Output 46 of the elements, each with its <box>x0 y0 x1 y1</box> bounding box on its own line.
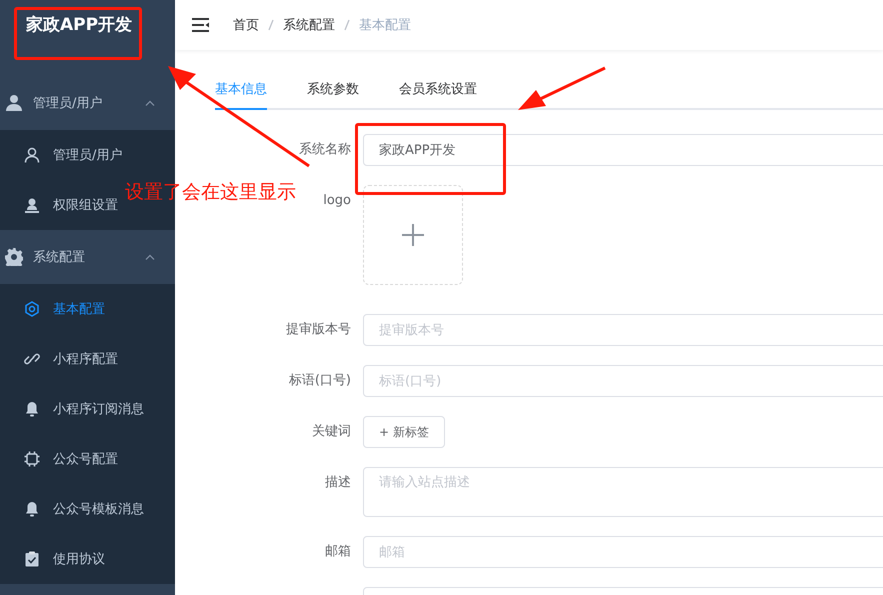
menu-item[interactable]: 小程序配置 <box>0 334 118 384</box>
gear-outline-icon <box>24 301 40 317</box>
menu-group[interactable]: 管理员/用户 <box>0 76 175 130</box>
input-field[interactable]: 邮箱 <box>363 536 883 568</box>
chip-icon <box>24 451 40 467</box>
menu-item[interactable]: 公众号配置 <box>0 434 118 484</box>
input-field[interactable]: 家政APP开发 <box>363 134 883 166</box>
separator-icon <box>344 19 350 31</box>
chevron-icon <box>145 254 155 260</box>
person-outline-icon <box>24 147 40 163</box>
menu-item[interactable]: 管理员/用户 <box>0 130 122 180</box>
field-label: logo <box>323 192 351 210</box>
app-title: 家政APP开发 <box>26 14 132 36</box>
breadcrumb-link[interactable]: 首页 <box>233 16 259 34</box>
person-stamp-icon <box>24 197 40 213</box>
menu-item[interactable]: 小程序订阅消息 <box>0 384 144 434</box>
breadcrumb-link[interactable]: 系统配置 <box>283 16 335 34</box>
menu-item[interactable]: 公众号模板消息 <box>0 484 144 534</box>
menu-group[interactable]: 系统配置 <box>0 230 175 284</box>
menu-item[interactable]: 基本配置 <box>0 284 105 334</box>
gear-icon <box>5 248 23 266</box>
plus-icon <box>402 224 424 246</box>
field-label: 系统名称 <box>299 141 351 159</box>
field-label: 邮箱 <box>325 543 351 561</box>
input-field[interactable]: 标语(口号) <box>363 365 883 397</box>
field-label: 标语(口号) <box>288 372 351 390</box>
bell-icon <box>24 501 40 517</box>
tab[interactable]: 会员系统设置 <box>399 80 477 110</box>
link-icon <box>24 351 40 367</box>
breadcrumb-current: 基本配置 <box>359 17 411 34</box>
clipboard-icon <box>24 551 40 567</box>
menu-item[interactable]: 使用协议 <box>0 534 105 584</box>
input-field[interactable]: 提审版本号 <box>363 314 883 346</box>
tab[interactable]: 系统参数 <box>307 80 359 110</box>
separator-icon <box>268 19 274 31</box>
bell-icon <box>24 401 40 417</box>
person-icon <box>5 94 23 112</box>
menu-item[interactable]: 权限组设置 <box>0 180 118 230</box>
menu-icon[interactable] <box>192 18 209 32</box>
new-tag-button[interactable]: + 新标签 <box>363 416 445 448</box>
field-label: 关键词 <box>312 423 351 441</box>
field-label: 描述 <box>325 474 351 492</box>
field-label: 提审版本号 <box>286 321 351 339</box>
textarea-field[interactable]: 请输入站点描述 <box>363 467 883 517</box>
chevron-icon <box>145 100 155 106</box>
upload-box[interactable] <box>363 185 463 285</box>
